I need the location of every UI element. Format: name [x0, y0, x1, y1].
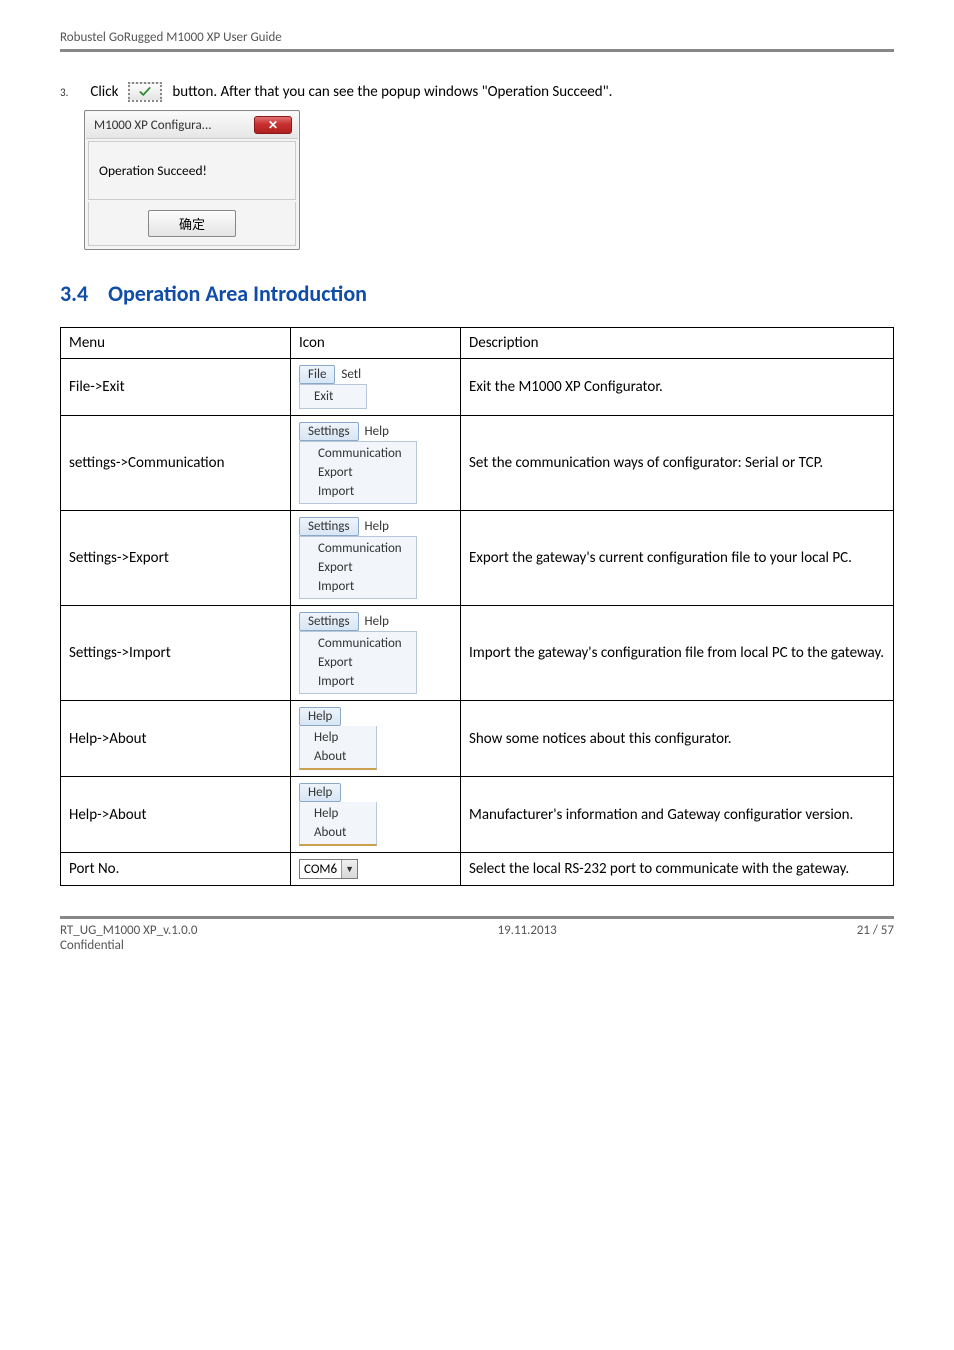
port-value: COM6 [304, 862, 337, 877]
col-icon: Icon [291, 328, 461, 359]
menu-item-communication[interactable]: Communication [300, 539, 416, 558]
desc-cell: Export the gateway's current configurati… [461, 511, 894, 606]
checkmark-icon [128, 82, 162, 102]
menu-item-import[interactable]: Import [300, 577, 416, 596]
menu-cell: Help->About [61, 701, 291, 777]
icon-cell: Help Help About [291, 777, 461, 853]
table-row: File->Exit File Setl Exit Exit the M1000… [61, 359, 894, 416]
table-row: Help->About Help Help About Manufacturer… [61, 777, 894, 853]
menu-cell: File->Exit [61, 359, 291, 416]
dialog-body: Operation Succeed! [88, 141, 296, 200]
menu-item-help[interactable]: Help [300, 804, 376, 823]
port-combobox[interactable]: COM6 ▼ [299, 859, 358, 879]
menu-item-communication[interactable]: Communication [300, 634, 416, 653]
table-row: Settings->Export Settings Help Communica… [61, 511, 894, 606]
table-row: settings->Communication Settings Help Co… [61, 416, 894, 511]
desc-cell: Exit the M1000 XP Configurator. [461, 359, 894, 416]
menu-item-help[interactable]: Help [300, 728, 376, 747]
menu-help-button[interactable]: Help [299, 707, 341, 726]
section-number: 3.4 [60, 280, 88, 307]
col-menu: Menu [61, 328, 291, 359]
menu-settings-button[interactable]: Settings [299, 612, 359, 631]
icon-cell: Settings Help Communication Export Impor… [291, 511, 461, 606]
menu-item-exit[interactable]: Exit [300, 387, 366, 406]
menu-settings-button[interactable]: Settings [299, 422, 359, 441]
icon-cell: Settings Help Communication Export Impor… [291, 416, 461, 511]
section-heading: 3.4 Operation Area Introduction [60, 280, 894, 307]
step-number: 3. [60, 86, 68, 99]
menu-item-import[interactable]: Import [300, 482, 416, 501]
ok-button[interactable]: 确定 [148, 210, 236, 237]
section-title: Operation Area Introduction [108, 280, 367, 307]
dialog-title-text: M1000 XP Configura... [94, 118, 212, 133]
menu-item-about[interactable]: About [300, 823, 376, 842]
close-icon[interactable]: ✕ [254, 116, 292, 134]
table-row: Settings->Import Settings Help Communica… [61, 606, 894, 701]
menu-cell: Settings->Import [61, 606, 291, 701]
operation-area-table: Menu Icon Description File->Exit File Se… [60, 327, 894, 886]
menu-item-communication[interactable]: Communication [300, 444, 416, 463]
menu-cell: Settings->Export [61, 511, 291, 606]
desc-cell: Set the communication ways of configurat… [461, 416, 894, 511]
menu-label: Help [359, 423, 395, 440]
step-prefix: Click [90, 83, 118, 101]
menu-label: Help [359, 518, 395, 535]
icon-cell: COM6 ▼ [291, 853, 461, 886]
dialog-footer: 确定 [88, 202, 296, 246]
chevron-down-icon: ▼ [341, 860, 357, 878]
icon-cell: Settings Help Communication Export Impor… [291, 606, 461, 701]
footer-date: 19.11.2013 [497, 923, 556, 953]
menu-item-export[interactable]: Export [300, 653, 416, 672]
page-footer: RT_UG_M1000 XP_v.1.0.0 Confidential 19.1… [60, 916, 894, 953]
header-title: Robustel GoRugged M1000 XP User Guide [60, 30, 282, 45]
col-description: Description [461, 328, 894, 359]
menu-settings-button[interactable]: Settings [299, 517, 359, 536]
menu-item-export[interactable]: Export [300, 558, 416, 577]
menu-help-button[interactable]: Help [299, 783, 341, 802]
table-header-row: Menu Icon Description [61, 328, 894, 359]
menu-item-import[interactable]: Import [300, 672, 416, 691]
menu-item-about[interactable]: About [300, 747, 376, 766]
menu-cell: Help->About [61, 777, 291, 853]
desc-cell: Import the gateway's configuration file … [461, 606, 894, 701]
step-instruction: 3. Click button. After that you can see … [60, 82, 894, 102]
dialog-message: Operation Succeed! [99, 162, 207, 179]
operation-succeed-dialog: M1000 XP Configura... ✕ Operation Succee… [84, 110, 300, 250]
icon-cell: Help Help About [291, 701, 461, 777]
icon-cell: File Setl Exit [291, 359, 461, 416]
desc-cell: Show some notices about this configurato… [461, 701, 894, 777]
menu-label: Setl [335, 366, 367, 383]
table-row: Help->About Help Help About Show some no… [61, 701, 894, 777]
desc-cell: Select the local RS-232 port to communic… [461, 853, 894, 886]
menu-label: Help [359, 613, 395, 630]
menu-file-button[interactable]: File [299, 365, 335, 384]
step-suffix: button. After that you can see the popup… [172, 83, 612, 101]
menu-cell: settings->Communication [61, 416, 291, 511]
table-row: Port No. COM6 ▼ Select the local RS-232 … [61, 853, 894, 886]
footer-page: 21 / 57 [857, 923, 894, 953]
footer-doc-id: RT_UG_M1000 XP_v.1.0.0 [60, 923, 198, 938]
menu-cell: Port No. [61, 853, 291, 886]
desc-cell: Manufacturer's information and Gateway c… [461, 777, 894, 853]
dialog-titlebar: M1000 XP Configura... ✕ [86, 112, 298, 139]
page-header: Robustel GoRugged M1000 XP User Guide [60, 30, 894, 52]
footer-confidential: Confidential [60, 938, 198, 953]
menu-item-export[interactable]: Export [300, 463, 416, 482]
